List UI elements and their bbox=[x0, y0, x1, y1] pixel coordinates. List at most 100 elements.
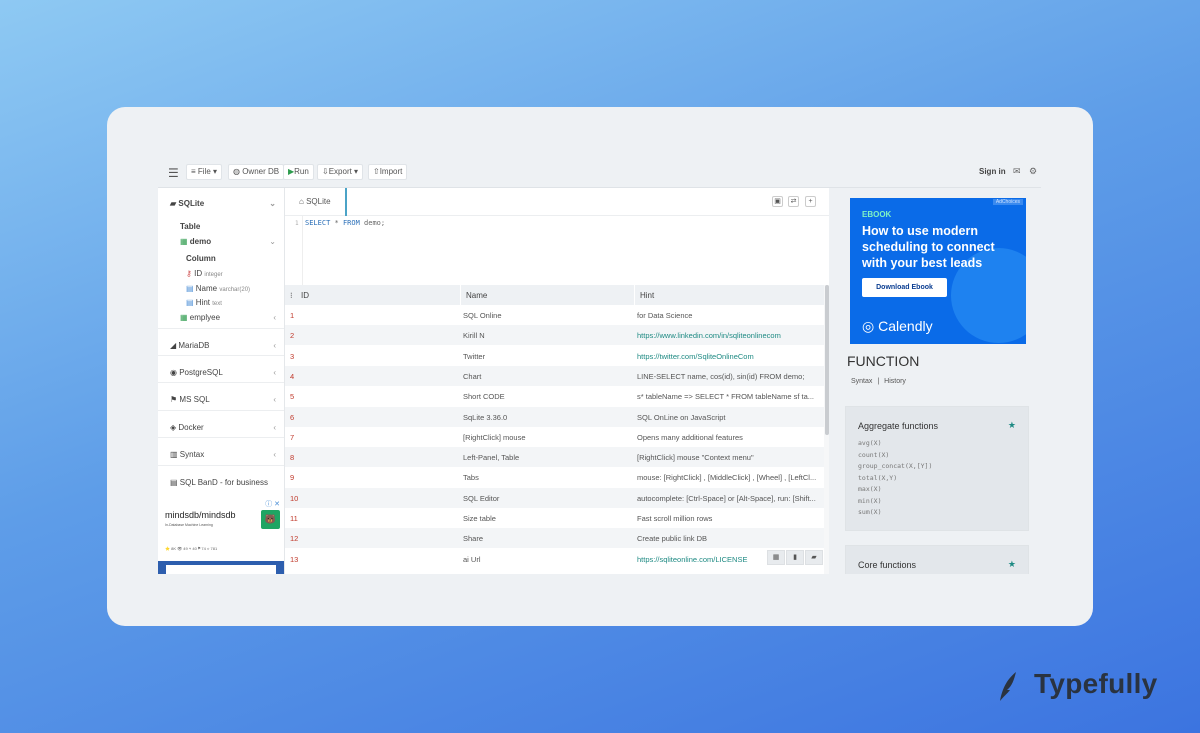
sidebar-item-postgresql[interactable]: ◉ PostgreSQL ‹ bbox=[158, 368, 284, 377]
column-header-hint[interactable]: Hint bbox=[640, 291, 654, 300]
cell-id[interactable]: 7 bbox=[290, 433, 294, 442]
cell-hint[interactable]: https://www.linkedin.com/in/sqliteonline… bbox=[637, 331, 819, 340]
cell-id[interactable]: 6 bbox=[290, 413, 294, 422]
sign-in-link[interactable]: Sign in bbox=[979, 167, 1006, 176]
table-row[interactable]: 9 Tabs mouse: [RightClick] , [MiddleClick]… bbox=[285, 467, 824, 487]
table-row[interactable]: 11 Size table Fast scroll million rows bbox=[285, 508, 824, 528]
import-button[interactable]: ⇧Import bbox=[368, 164, 408, 180]
cell-hint[interactable]: [RightClick] mouse "Context menu" bbox=[637, 453, 819, 462]
cell-id[interactable]: 10 bbox=[290, 494, 298, 503]
table-row[interactable]: 6 SqLite 3.36.0 SQL OnLine on JavaScript bbox=[285, 406, 824, 427]
add-tab-icon[interactable]: + bbox=[805, 196, 816, 207]
cell-hint[interactable]: https://twitter.com/SqliteOnlineCom bbox=[637, 352, 819, 361]
cell-id[interactable]: 13 bbox=[290, 555, 298, 564]
column-header-name[interactable]: Name bbox=[466, 291, 487, 300]
mindsdb-ad[interactable]: ⓘ ✕ mindsdb/mindsdb 🐻 In-Database Machin… bbox=[158, 498, 284, 574]
cell-name[interactable]: SQL Online bbox=[463, 311, 502, 320]
ad-choices-icon[interactable]: ⓘ ✕ bbox=[265, 499, 280, 509]
function-item[interactable]: avg(X) bbox=[858, 438, 932, 450]
cell-hint[interactable]: Fast scroll million rows bbox=[637, 514, 819, 523]
tab-history[interactable]: History bbox=[884, 378, 906, 385]
sql-code[interactable]: SELECT * FROM demo; bbox=[305, 219, 385, 227]
sidebar-item-emplyee[interactable]: ▦ emplyee ‹ bbox=[158, 313, 284, 322]
refresh-icon[interactable]: ⇄ bbox=[788, 196, 799, 207]
table-row[interactable]: 5 Short CODE s* tableName => SELECT * FROM… bbox=[285, 386, 824, 406]
cell-id[interactable]: 3 bbox=[290, 352, 294, 361]
function-item[interactable]: max(X) bbox=[858, 484, 932, 496]
sidebar-item-syntax[interactable]: ▥ Syntax ‹ bbox=[158, 450, 284, 459]
cell-hint[interactable]: Opens many additional features bbox=[637, 433, 819, 442]
sidebar-item-demo[interactable]: ▦ demo ⌄ bbox=[158, 237, 284, 246]
cell-name[interactable]: Chart bbox=[463, 372, 481, 381]
cell-name[interactable]: Size table bbox=[463, 514, 496, 523]
aggregate-functions-title[interactable]: Aggregate functions bbox=[858, 421, 938, 431]
core-functions-title[interactable]: Core functions bbox=[858, 560, 916, 570]
sidebar-item-mssql[interactable]: ⚑ MS SQL ‹ bbox=[158, 395, 284, 404]
cell-hint[interactable]: for Data Science bbox=[637, 311, 819, 320]
table-row[interactable]: 1 SQL Online for Data Science bbox=[285, 305, 824, 325]
sidebar-item-sqlite[interactable]: ▰ SQLite ⌄ bbox=[158, 199, 284, 208]
function-item[interactable]: group_concat(X,[Y]) bbox=[858, 461, 932, 473]
cell-id[interactable]: 12 bbox=[290, 534, 298, 543]
file-menu-button[interactable]: ≡ File ▾ bbox=[186, 164, 223, 180]
table-row[interactable]: 7 [RightClick] mouse Opens many additional… bbox=[285, 427, 824, 447]
cell-hint[interactable]: Create public link DB bbox=[637, 534, 819, 543]
mail-icon[interactable]: ✉ bbox=[1013, 166, 1021, 177]
sql-editor[interactable]: 1 SELECT * FROM demo; bbox=[285, 216, 830, 285]
chart-view-icon[interactable]: ▮ bbox=[786, 550, 804, 565]
column-item[interactable]: ▤ Hint text bbox=[158, 298, 284, 307]
function-item[interactable]: min(X) bbox=[858, 496, 932, 508]
cell-name[interactable]: SqLite 3.36.0 bbox=[463, 413, 507, 422]
cell-name[interactable]: Short CODE bbox=[463, 392, 505, 401]
run-button[interactable]: ▶Run bbox=[283, 164, 314, 180]
table-row[interactable]: 4 Chart LINE-SELECT name, cos(id), sin(id)… bbox=[285, 365, 824, 386]
cell-id[interactable]: 8 bbox=[290, 453, 294, 462]
cell-name[interactable]: SQL Editor bbox=[463, 494, 499, 503]
cell-hint[interactable]: autocomplete: [Ctrl-Space] or [Alt-Space… bbox=[637, 494, 819, 503]
ad-choices-tag[interactable]: AdChoices bbox=[992, 199, 1023, 205]
function-item[interactable]: sum(X) bbox=[858, 507, 932, 519]
cell-id[interactable]: 9 bbox=[290, 473, 294, 482]
cell-hint[interactable]: s* tableName => SELECT * FROM tableName … bbox=[637, 392, 819, 401]
calendly-ad[interactable]: AdChoices EBOOK How to use modern schedu… bbox=[850, 198, 1026, 344]
book-view-icon[interactable]: ▰ bbox=[805, 550, 823, 565]
table-row[interactable]: 10 SQL Editor autocomplete: [Ctrl-Space] o… bbox=[285, 487, 824, 508]
column-header-id[interactable]: ID bbox=[301, 291, 309, 300]
tab-sqlite[interactable]: ⌂ SQLite bbox=[285, 188, 347, 216]
cell-name[interactable]: [RightClick] mouse bbox=[463, 433, 526, 442]
star-icon[interactable]: ★ bbox=[1008, 559, 1016, 570]
table-row[interactable]: 2 Kirill N https://www.linkedin.com/in/sql… bbox=[285, 325, 824, 346]
cell-name[interactable]: ai Url bbox=[463, 555, 481, 564]
cell-id[interactable]: 5 bbox=[290, 392, 294, 401]
cell-id[interactable]: 4 bbox=[290, 372, 294, 381]
save-icon[interactable]: ▣ bbox=[772, 196, 783, 207]
cell-name[interactable]: Share bbox=[463, 534, 483, 543]
cell-hint[interactable]: LINE-SELECT name, cos(id), sin(id) FROM … bbox=[637, 372, 819, 381]
cell-name[interactable]: Left-Panel, Table bbox=[463, 453, 519, 462]
column-item[interactable]: ▤ Name varchar(20) bbox=[158, 284, 284, 293]
cell-id[interactable]: 1 bbox=[290, 311, 294, 320]
cell-name[interactable]: Tabs bbox=[463, 473, 479, 482]
function-item[interactable]: total(X,Y) bbox=[858, 473, 932, 485]
cell-name[interactable]: Kirill N bbox=[463, 331, 485, 340]
cell-id[interactable]: 2 bbox=[290, 331, 294, 340]
table-row[interactable]: 13 ai Url https://sqliteonline.com/LICENSE bbox=[285, 549, 824, 569]
gear-icon[interactable]: ⚙ bbox=[1029, 166, 1037, 177]
tab-syntax[interactable]: Syntax bbox=[851, 378, 872, 385]
download-ebook-button[interactable]: Download Ebook bbox=[862, 278, 947, 297]
cell-id[interactable]: 11 bbox=[290, 514, 298, 523]
table-row[interactable]: 12 Share Create public link DB bbox=[285, 528, 824, 549]
column-item[interactable]: ⚷ ID integer bbox=[158, 269, 284, 278]
star-icon[interactable]: ★ bbox=[1008, 420, 1016, 431]
sidebar-item-mariadb[interactable]: ◢ MariaDB ‹ bbox=[158, 341, 284, 350]
table-view-icon[interactable]: ▦ bbox=[767, 550, 785, 565]
cell-name[interactable]: Twitter bbox=[463, 352, 485, 361]
table-row[interactable]: 3 Twitter https://twitter.com/SqliteOnline… bbox=[285, 346, 824, 366]
cell-hint[interactable]: SQL OnLine on JavaScript bbox=[637, 413, 819, 422]
row-handle-icon[interactable]: ⁝ bbox=[290, 291, 293, 300]
hamburger-icon[interactable]: ☰ bbox=[168, 166, 179, 180]
sidebar-item-sql-band[interactable]: ▤ SQL BanD - for business bbox=[158, 478, 284, 487]
export-menu-button[interactable]: ⇩Export ▾ bbox=[317, 164, 364, 180]
cell-hint[interactable]: mouse: [RightClick] , [MiddleClick] , [W… bbox=[637, 473, 819, 482]
function-item[interactable]: count(X) bbox=[858, 450, 932, 462]
